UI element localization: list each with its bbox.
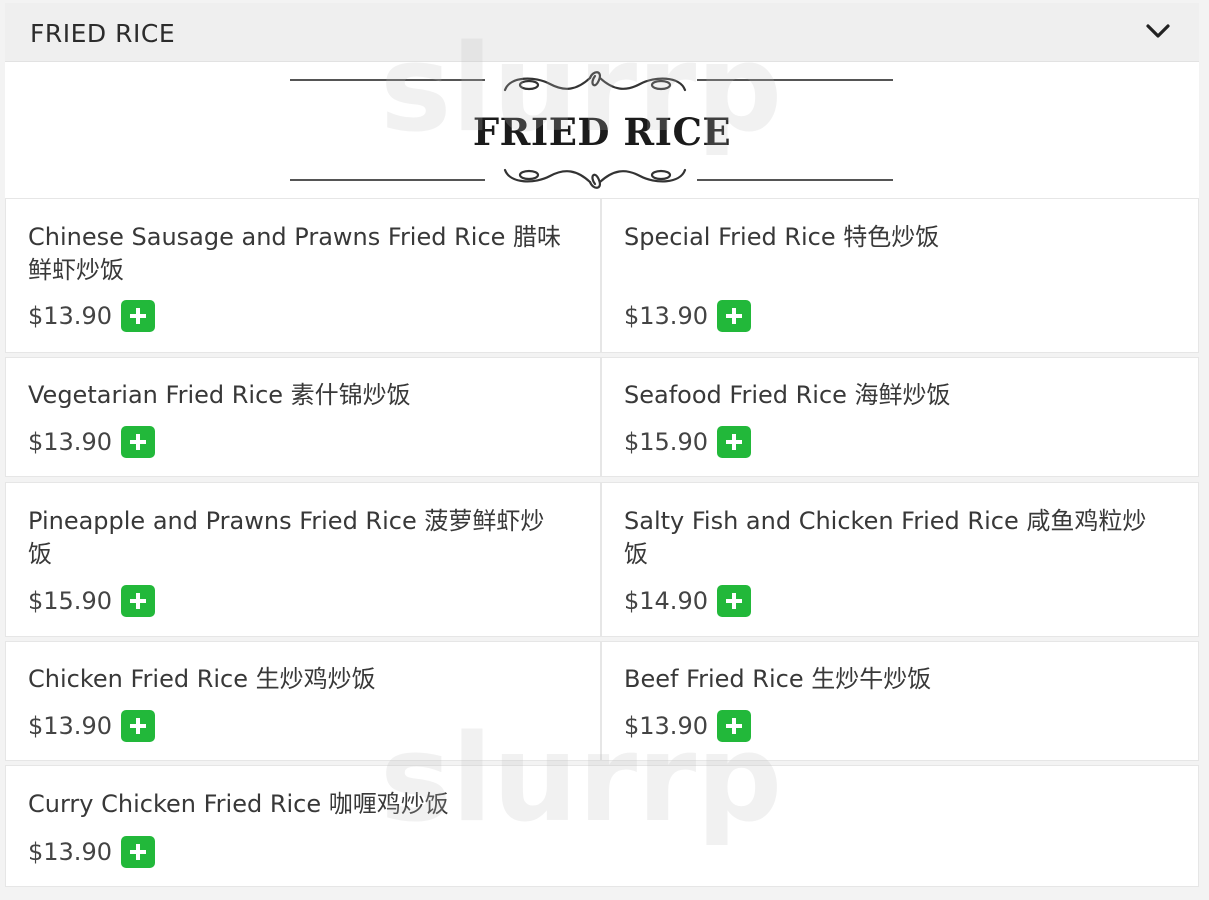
add-to-cart-button[interactable] bbox=[717, 426, 751, 458]
menu-item-card[interactable]: Beef Fried Rice 生炒牛炒饭 $13.90 bbox=[601, 641, 1199, 761]
menu-item-card[interactable]: Seafood Fried Rice 海鲜炒饭 $15.90 bbox=[601, 357, 1199, 477]
item-price: $15.90 bbox=[624, 428, 708, 456]
section-header[interactable]: FRIED RICE bbox=[5, 3, 1199, 62]
menu-item-card[interactable]: Pineapple and Prawns Fried Rice 菠萝鲜虾炒饭 $… bbox=[5, 482, 601, 637]
item-name: Salty Fish and Chicken Fried Rice 咸鱼鸡粒炒饭 bbox=[624, 507, 1147, 568]
menu-item-card[interactable]: Salty Fish and Chicken Fried Rice 咸鱼鸡粒炒饭… bbox=[601, 482, 1199, 637]
item-price: $13.90 bbox=[28, 838, 112, 866]
add-to-cart-button[interactable] bbox=[121, 585, 155, 617]
section-banner: FRIED RICE bbox=[5, 62, 1199, 198]
item-price: $13.90 bbox=[28, 302, 112, 330]
add-to-cart-button[interactable] bbox=[121, 836, 155, 868]
menu-item-card[interactable]: Chinese Sausage and Prawns Fried Rice 腊味… bbox=[5, 198, 601, 353]
item-name: Chicken Fried Rice 生炒鸡炒饭 bbox=[28, 665, 376, 693]
menu-item-card[interactable]: Special Fried Rice 特色炒饭 $13.90 bbox=[601, 198, 1199, 353]
menu-section: FRIED RICE FRIED RICE Chinese Sausage an… bbox=[5, 3, 1199, 888]
menu-item-card[interactable]: Vegetarian Fried Rice 素什锦炒饭 $13.90 bbox=[5, 357, 601, 477]
menu-item-card[interactable]: Chicken Fried Rice 生炒鸡炒饭 $13.90 bbox=[5, 641, 601, 761]
add-to-cart-button[interactable] bbox=[717, 710, 751, 742]
item-price: $13.90 bbox=[28, 712, 112, 740]
add-to-cart-button[interactable] bbox=[121, 300, 155, 332]
item-name: Beef Fried Rice 生炒牛炒饭 bbox=[624, 665, 932, 693]
item-price: $13.90 bbox=[28, 428, 112, 456]
item-price: $15.90 bbox=[28, 587, 112, 615]
add-to-cart-button[interactable] bbox=[717, 300, 751, 332]
add-to-cart-button[interactable] bbox=[717, 585, 751, 617]
item-name: Special Fried Rice 特色炒饭 bbox=[624, 223, 940, 251]
item-name: Pineapple and Prawns Fried Rice 菠萝鲜虾炒饭 bbox=[28, 507, 545, 568]
item-name: Seafood Fried Rice 海鲜炒饭 bbox=[624, 381, 951, 409]
item-price: $14.90 bbox=[624, 587, 708, 615]
menu-item-card[interactable]: Curry Chicken Fried Rice 咖喱鸡炒饭 $13.90 bbox=[5, 765, 1199, 887]
item-price: $13.90 bbox=[624, 712, 708, 740]
item-price: $13.90 bbox=[624, 302, 708, 330]
section-title: FRIED RICE bbox=[30, 19, 176, 48]
chevron-down-icon[interactable] bbox=[1145, 21, 1171, 41]
item-name: Curry Chicken Fried Rice 咖喱鸡炒饭 bbox=[28, 790, 449, 818]
banner-title: FRIED RICE bbox=[472, 110, 732, 154]
add-to-cart-button[interactable] bbox=[121, 426, 155, 458]
item-name: Vegetarian Fried Rice 素什锦炒饭 bbox=[28, 381, 411, 409]
add-to-cart-button[interactable] bbox=[121, 710, 155, 742]
item-name: Chinese Sausage and Prawns Fried Rice 腊味… bbox=[28, 223, 562, 284]
